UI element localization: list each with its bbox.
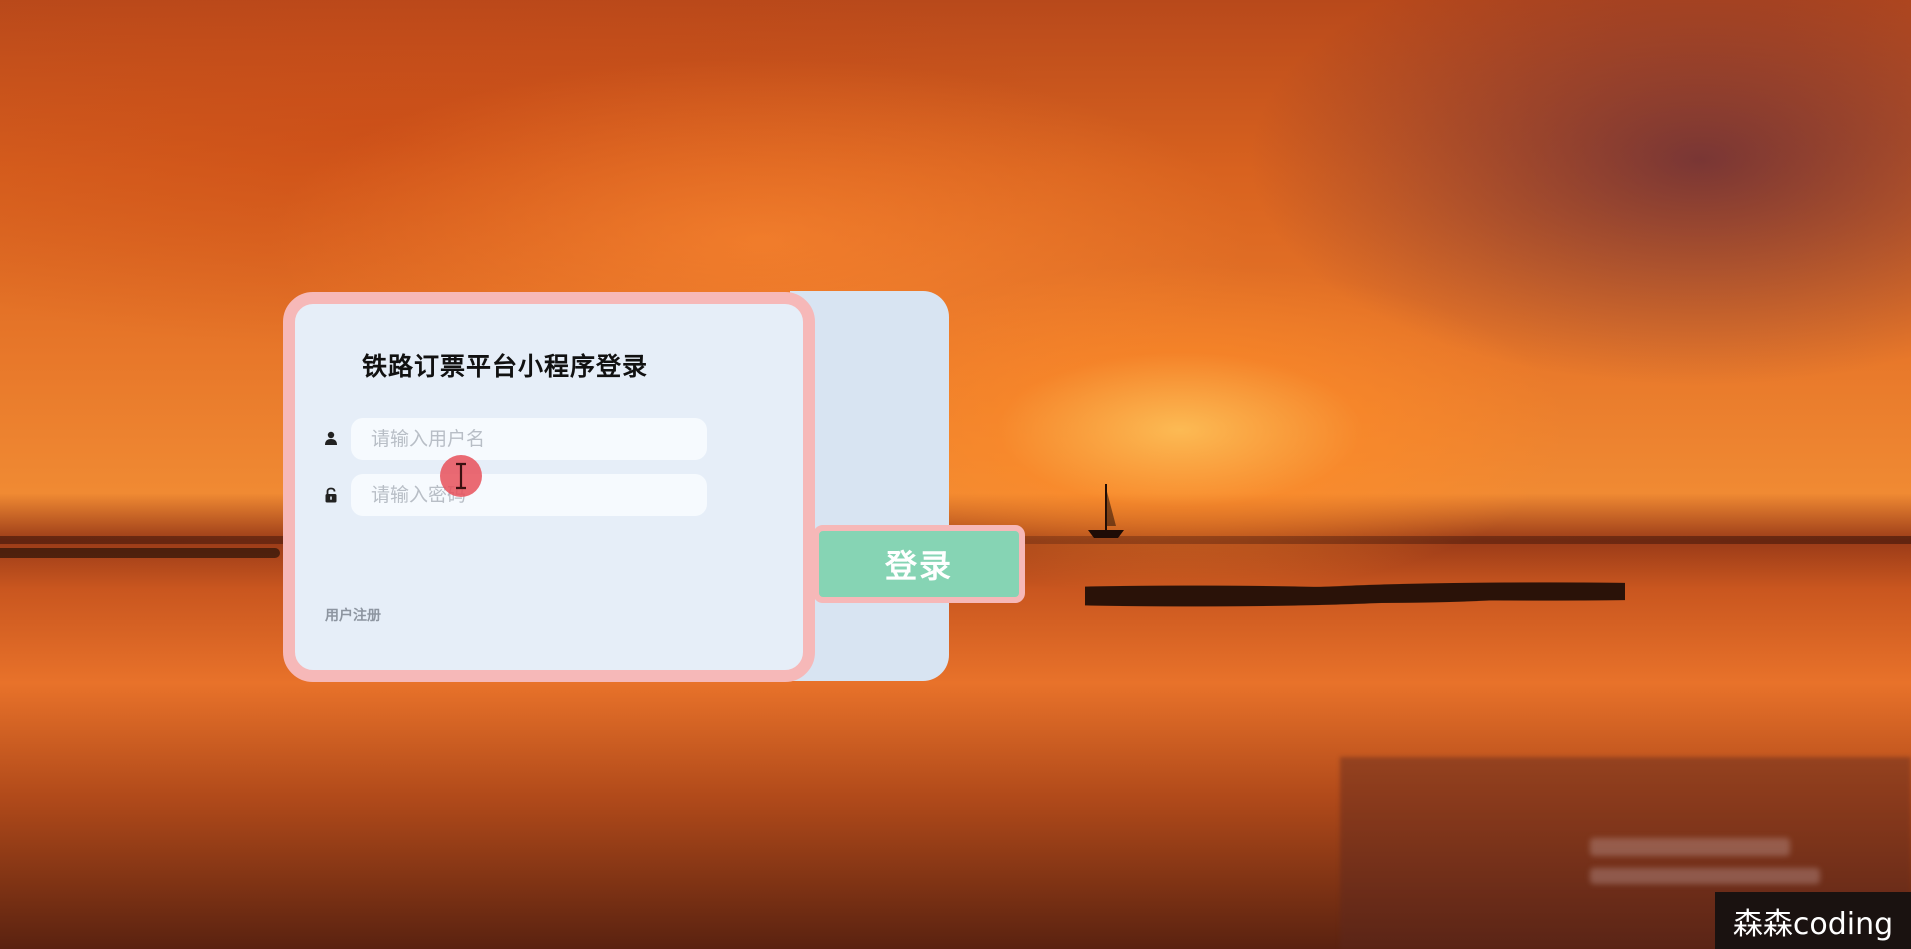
register-link[interactable]: 用户注册	[325, 605, 381, 625]
page-title: 铁路订票平台小程序登录	[362, 352, 649, 381]
shore-strip	[0, 548, 280, 558]
blurred-text	[1590, 868, 1820, 884]
rocks	[1085, 578, 1625, 608]
login-button[interactable]: 登录	[813, 525, 1025, 603]
sailboat	[1088, 484, 1124, 538]
watermark: 森森coding	[1715, 892, 1911, 949]
user-icon	[325, 431, 337, 445]
lock-icon	[325, 487, 337, 503]
blurred-text	[1590, 838, 1790, 856]
username-input[interactable]	[351, 418, 707, 460]
password-input[interactable]	[351, 474, 707, 516]
text-cursor-icon	[456, 462, 466, 490]
